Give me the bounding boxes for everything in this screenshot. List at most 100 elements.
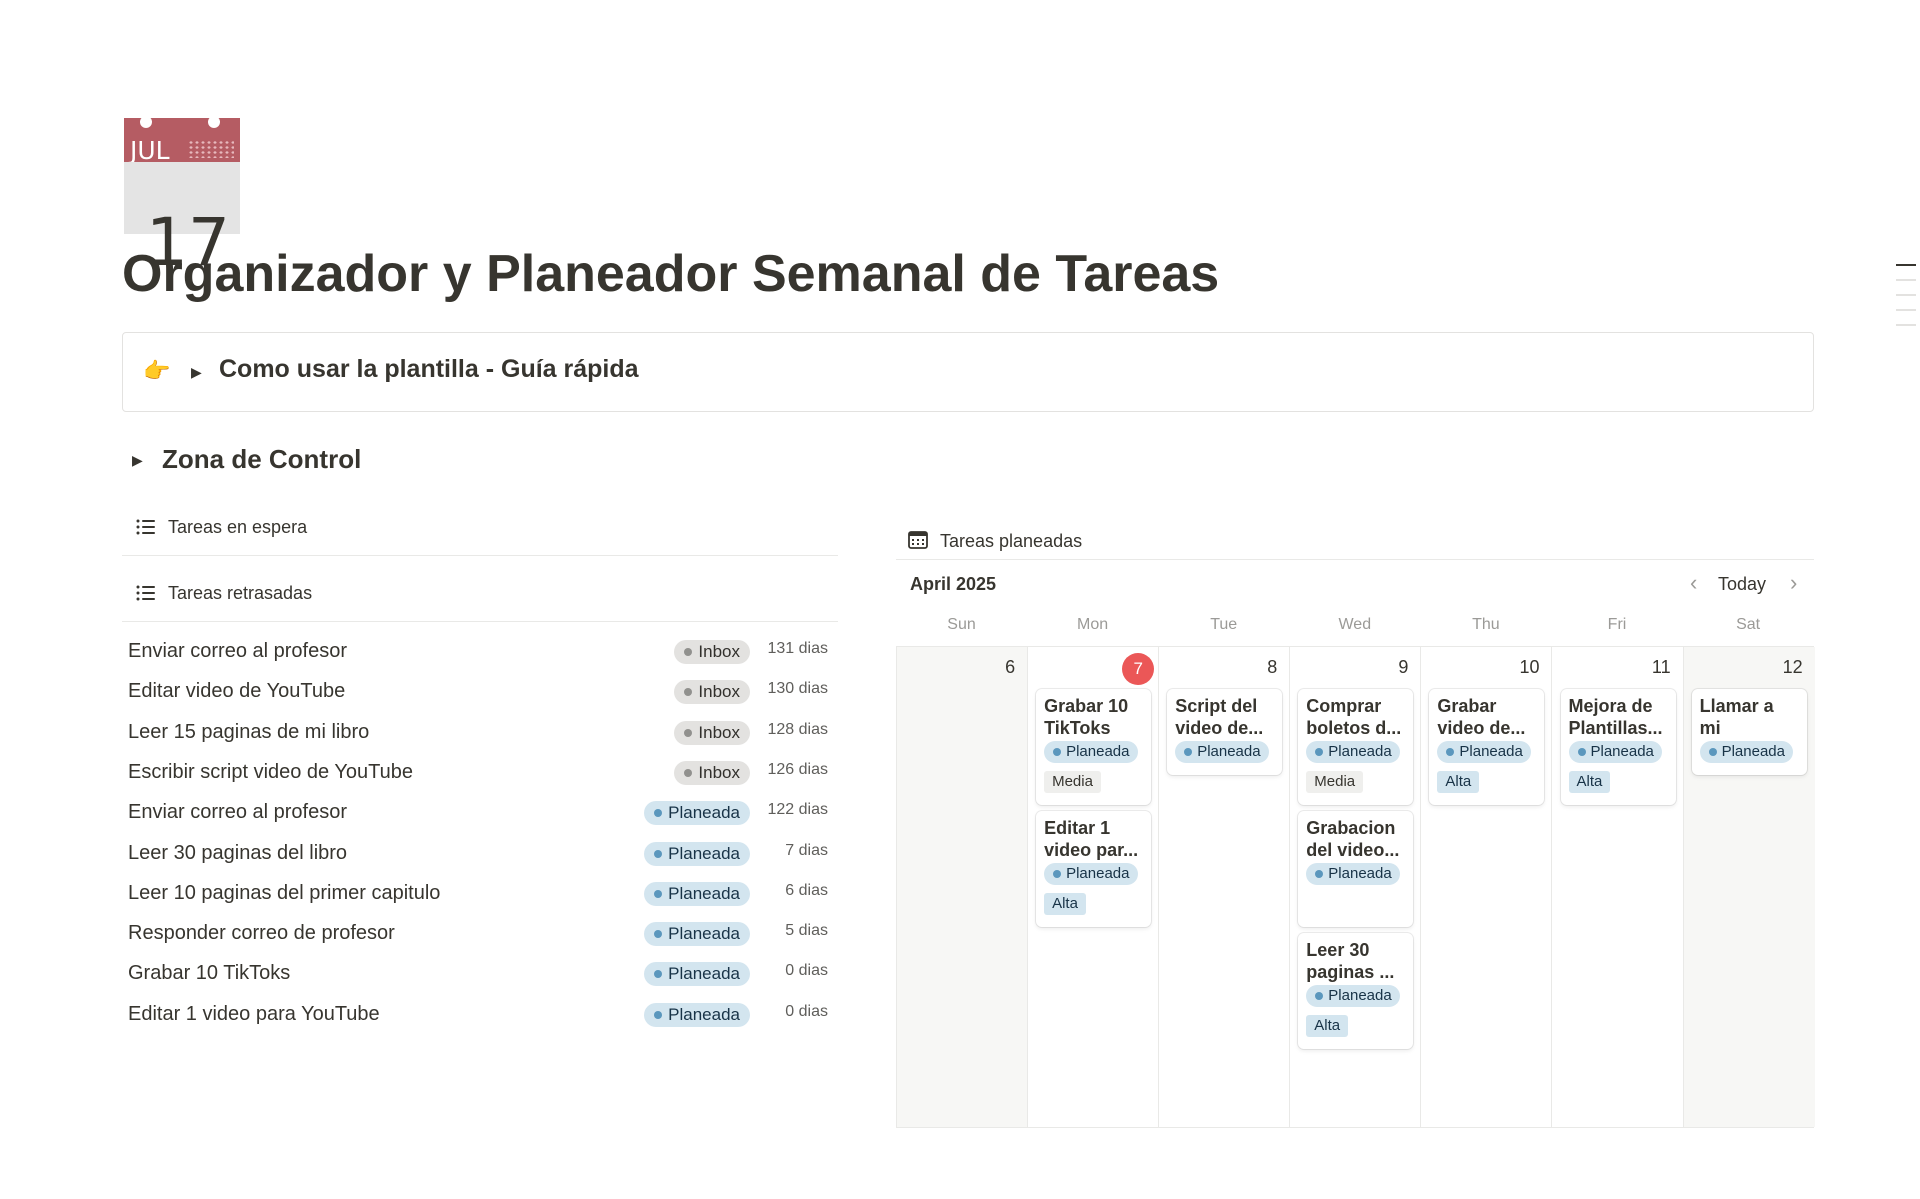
weekday-label: Sun	[947, 616, 976, 633]
table-of-contents-minimap[interactable]	[1896, 264, 1916, 339]
priority-tag: Alta	[1437, 771, 1480, 793]
toc-line[interactable]	[1896, 309, 1916, 311]
view-title-waiting[interactable]: Tareas en espera	[168, 517, 307, 538]
toggle-triangle-icon[interactable]: ▶	[191, 364, 202, 381]
table-row[interactable]: Enviar correo al profesor Inbox 131 dias	[122, 632, 838, 672]
chevron-left-icon[interactable]: ‹	[1690, 570, 1697, 596]
status-badge: Planeada	[644, 881, 750, 906]
status-badge: Planeada	[644, 962, 750, 987]
task-name[interactable]: Responder correo de profesor	[128, 922, 395, 945]
calendar-day-cell[interactable]: 7 Grabar 10 TikToks Planeada Media Editar 1 …	[1028, 647, 1160, 1127]
view-title-planned[interactable]: Tareas planeadas	[940, 531, 1082, 552]
calendar-icon-month: JUL	[130, 136, 170, 165]
table-row[interactable]: Enviar correo al profesor Planeada 122 dia…	[122, 793, 838, 833]
calendar-day-cell[interactable]: 8 Script del video de... Planeada	[1159, 647, 1291, 1127]
card-title: Script del video de...	[1175, 696, 1264, 738]
status-badge: Inbox	[674, 680, 750, 705]
calendar-task-card[interactable]: Grabacion del video... Planeada	[1298, 811, 1414, 927]
card-title: Grabar video de...	[1437, 696, 1526, 738]
status-badge: Planeada	[1044, 741, 1138, 763]
card-title: Llamar a mi entrenad...	[1699, 696, 1774, 738]
weekday-label: Tue	[1210, 616, 1238, 633]
toc-line[interactable]	[1896, 264, 1916, 266]
view-title-overdue[interactable]: Tareas retrasadas	[168, 583, 312, 604]
status-badge: Planeada	[1568, 741, 1662, 763]
calendar-day-cell[interactable]: 12 Llamar a mi entrenad... Planeada	[1683, 647, 1815, 1127]
calendar-task-card[interactable]: Leer 30 paginas ... Planeada Alta	[1298, 933, 1414, 1049]
priority-tag: Media	[1044, 771, 1101, 793]
table-row[interactable]: Editar 1 video para YouTube Planeada 0 dia…	[122, 995, 838, 1035]
days-overdue: 126 dias	[767, 760, 829, 778]
table-row[interactable]: Responder correo de profesor Planeada 5 di…	[122, 914, 838, 954]
task-name[interactable]: Leer 10 paginas del primer capitulo	[128, 882, 440, 905]
weekday-label: Mon	[1077, 616, 1109, 633]
chevron-right-icon[interactable]: ›	[1790, 570, 1797, 596]
view-tab-waiting[interactable]: Tareas en espera	[122, 498, 838, 556]
task-name[interactable]: Enviar correo al profesor	[128, 640, 347, 663]
status-badge: Planeada	[1175, 741, 1269, 763]
today-button[interactable]: Today	[1718, 574, 1766, 595]
calendar-task-card[interactable]: Editar 1 video par... Planeada Alta	[1036, 811, 1152, 927]
toc-line[interactable]	[1896, 279, 1916, 281]
calendar-task-card[interactable]: Llamar a mi entrenad... Planeada	[1691, 689, 1807, 775]
status-badge: Planeada	[1699, 741, 1793, 763]
card-title: Editar 1 video par...	[1044, 818, 1139, 860]
toc-line[interactable]	[1896, 324, 1916, 326]
days-overdue: 131 dias	[767, 640, 829, 657]
calendar-day-cell[interactable]: 6	[897, 647, 1029, 1127]
page-icon-calendar[interactable]: JUL 17	[124, 116, 240, 278]
calendar-day-cell[interactable]: 9 Comprar boletos d... Planeada Media Grabac…	[1290, 647, 1422, 1127]
calendar-ring-icon	[208, 116, 220, 128]
weekday-label: Wed	[1338, 616, 1372, 633]
card-title: Mejora de Plantillas...	[1568, 696, 1663, 738]
status-badge: Planeada	[644, 801, 750, 826]
status-badge: Planeada	[644, 1002, 750, 1027]
calendar-task-card[interactable]: Mejora de Plantillas... Planeada Alta	[1560, 689, 1676, 805]
weekday-label: Fri	[1607, 616, 1627, 633]
task-name[interactable]: Enviar correo al profesor	[128, 801, 347, 824]
control-zone-title[interactable]: Zona de Control	[162, 444, 361, 475]
task-name[interactable]: Escribir script video de YouTube	[128, 761, 413, 784]
table-row[interactable]: Leer 10 paginas del primer capitulo Plane…	[122, 874, 838, 914]
calendar-ring-icon	[140, 116, 152, 128]
calendar-day-cell[interactable]: 10 Grabar video de... Planeada Alta	[1421, 647, 1553, 1127]
day-number: 8	[1267, 657, 1278, 677]
table-row[interactable]: Editar video de YouTube Inbox 130 dias	[122, 672, 838, 712]
page-title[interactable]: Organizador y Planeador Semanal de Tarea…	[122, 244, 1219, 304]
day-number: 11	[1651, 657, 1671, 677]
calendar-icon-header: JUL	[124, 116, 240, 165]
task-name[interactable]: Leer 30 paginas del libro	[128, 842, 347, 865]
task-name[interactable]: Editar video de YouTube	[128, 680, 345, 703]
days-overdue: 0 dias	[785, 962, 828, 980]
status-badge: Inbox	[674, 760, 750, 785]
view-tab-planned[interactable]: Tareas planeadas	[896, 512, 1814, 560]
view-tab-overdue[interactable]: Tareas retrasadas	[122, 564, 838, 622]
calendar-task-card[interactable]: Grabar 10 TikToks Planeada Media	[1036, 689, 1152, 805]
table-row[interactable]: Leer 15 paginas de mi libro Inbox 128 dias	[122, 713, 838, 753]
calendar-dots-decoration	[188, 140, 234, 158]
calendar-task-card[interactable]: Grabar video de... Planeada Alta	[1429, 689, 1545, 805]
status-badge: Planeada	[1437, 741, 1531, 763]
calendar-month-label: April 2025	[910, 574, 997, 594]
table-row[interactable]: Escribir script video de YouTube Inbox 126…	[122, 753, 838, 793]
list-icon	[136, 585, 155, 601]
task-name[interactable]: Leer 15 paginas de mi libro	[128, 721, 369, 744]
status-badge: Inbox	[674, 720, 750, 745]
calendar-day-cell[interactable]: 11 Mejora de Plantillas... Planeada Alta	[1553, 647, 1684, 1127]
status-badge: Planeada	[1306, 863, 1400, 885]
table-row[interactable]: Grabar 10 TikToks Planeada 0 dias	[122, 954, 838, 994]
table-row[interactable]: Leer 30 paginas del libro Planeada 7 dias	[122, 834, 838, 874]
card-title: Grabar 10 TikToks	[1044, 696, 1129, 738]
calendar-task-card[interactable]: Comprar boletos d... Planeada Media	[1298, 689, 1414, 805]
task-name[interactable]: Editar 1 video para YouTube	[128, 1003, 380, 1026]
task-name[interactable]: Grabar 10 TikToks	[128, 962, 290, 985]
control-zone-toggle[interactable]: ▶ Zona de Control	[122, 438, 522, 478]
priority-tag: Media	[1306, 771, 1364, 793]
card-title: Comprar boletos d...	[1306, 696, 1402, 738]
list-icon	[136, 519, 155, 535]
toggle-triangle-icon[interactable]: ▶	[132, 452, 143, 469]
toc-line[interactable]	[1896, 294, 1916, 296]
guide-toggle-title[interactable]: Como usar la plantilla - Guía rápida	[219, 355, 639, 384]
calendar-task-card[interactable]: Script del video de... Planeada	[1167, 689, 1283, 775]
day-number: 9	[1398, 657, 1409, 677]
